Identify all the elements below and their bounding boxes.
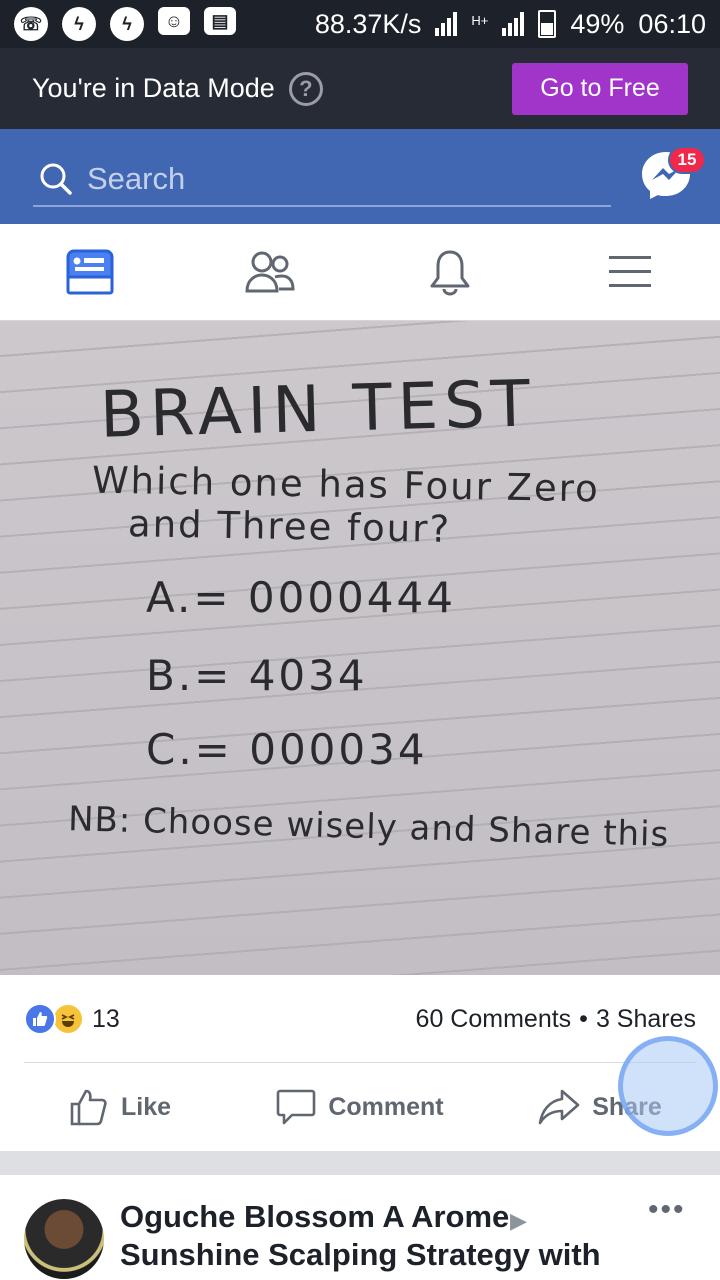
news-feed-icon bbox=[66, 249, 114, 295]
search-header bbox=[0, 129, 720, 224]
go-to-free-button[interactable]: Go to Free bbox=[512, 62, 688, 115]
comment-button[interactable]: Comment bbox=[240, 1063, 480, 1151]
menu-icon bbox=[609, 256, 651, 287]
like-label: Like bbox=[120, 1092, 172, 1121]
feed-separator bbox=[0, 1151, 720, 1175]
haha-reaction-icon bbox=[52, 1003, 84, 1035]
friends-icon bbox=[245, 251, 295, 293]
comments-count[interactable]: 60 Comments bbox=[416, 1005, 572, 1034]
more-options-icon[interactable]: ••• bbox=[648, 1193, 686, 1227]
avatar[interactable] bbox=[24, 1199, 104, 1279]
clock: 06:10 bbox=[638, 8, 706, 39]
like-button[interactable]: Like bbox=[0, 1063, 240, 1151]
status-bar: ☏ ϟ ϟ ☺ ▤ 88.37K/s H+ 49% 06:10 bbox=[0, 0, 720, 48]
help-icon[interactable]: ? bbox=[288, 71, 323, 106]
video-icon: ▤ bbox=[204, 7, 236, 35]
search-icon bbox=[40, 163, 72, 195]
stats-separator: • bbox=[579, 1004, 588, 1033]
search-box[interactable] bbox=[33, 153, 611, 207]
post-actions: Like Comment Share bbox=[0, 1063, 720, 1151]
post-image[interactable]: BRAIN TEST Which one has Four Zero and T… bbox=[0, 321, 720, 975]
image-option-b: B.= 4034 bbox=[146, 651, 368, 700]
notification-icons: ☏ ϟ ϟ ☺ ▤ bbox=[14, 7, 236, 41]
post-group[interactable]: Sunshine Scalping Strategy with bbox=[120, 1237, 601, 1273]
image-option-c: C.= 000034 bbox=[146, 725, 428, 774]
arrow-right-icon: ▶ bbox=[510, 1208, 527, 1233]
touch-indicator bbox=[618, 1036, 718, 1136]
messenger-badge: 15 bbox=[668, 146, 706, 174]
tab-menu[interactable] bbox=[540, 224, 720, 320]
image-question-line2: and Three four? bbox=[127, 502, 452, 551]
signal-icon bbox=[435, 12, 458, 36]
bbm-icon: ☺ bbox=[158, 7, 190, 35]
image-option-a: A.= 0000444 bbox=[146, 573, 456, 622]
nav-tabs bbox=[0, 224, 720, 321]
comment-icon bbox=[277, 1089, 316, 1125]
share-icon bbox=[538, 1089, 580, 1125]
like-icon bbox=[70, 1089, 107, 1126]
whatsapp-icon: ☏ bbox=[14, 7, 48, 41]
network-type: H+ bbox=[471, 12, 489, 28]
network-speed: 88.37K/s bbox=[314, 8, 422, 39]
like-reaction-icon bbox=[24, 1003, 56, 1035]
reaction-icons[interactable] bbox=[24, 1003, 84, 1035]
notifications-icon bbox=[430, 250, 470, 296]
reaction-count[interactable]: 13 bbox=[92, 1005, 120, 1034]
comment-label: Comment bbox=[328, 1092, 444, 1121]
reactions-bar: 13 60 Comments • 3 Shares bbox=[0, 975, 720, 1063]
tab-news-feed[interactable] bbox=[0, 224, 180, 320]
messenger-icon: ϟ bbox=[62, 7, 96, 41]
signal-icon-2 bbox=[502, 12, 525, 36]
tab-friends[interactable] bbox=[180, 224, 360, 320]
tab-notifications[interactable] bbox=[360, 224, 540, 320]
next-post: Oguche Blossom A Arome ▶ Sunshine Scalpi… bbox=[0, 1175, 720, 1280]
data-mode-banner: You're in Data Mode ? Go to Free bbox=[0, 48, 720, 129]
image-title: BRAIN TEST bbox=[99, 367, 537, 453]
post-stats: 60 Comments • 3 Shares bbox=[416, 1005, 696, 1034]
messenger-icon: ϟ bbox=[110, 7, 144, 41]
search-input[interactable] bbox=[87, 161, 567, 197]
post-author[interactable]: Oguche Blossom A Arome bbox=[120, 1199, 509, 1235]
data-mode-text: You're in Data Mode bbox=[32, 73, 275, 103]
battery-level: 49% bbox=[570, 8, 625, 39]
battery-icon bbox=[538, 10, 557, 38]
shares-count[interactable]: 3 Shares bbox=[596, 1005, 696, 1034]
